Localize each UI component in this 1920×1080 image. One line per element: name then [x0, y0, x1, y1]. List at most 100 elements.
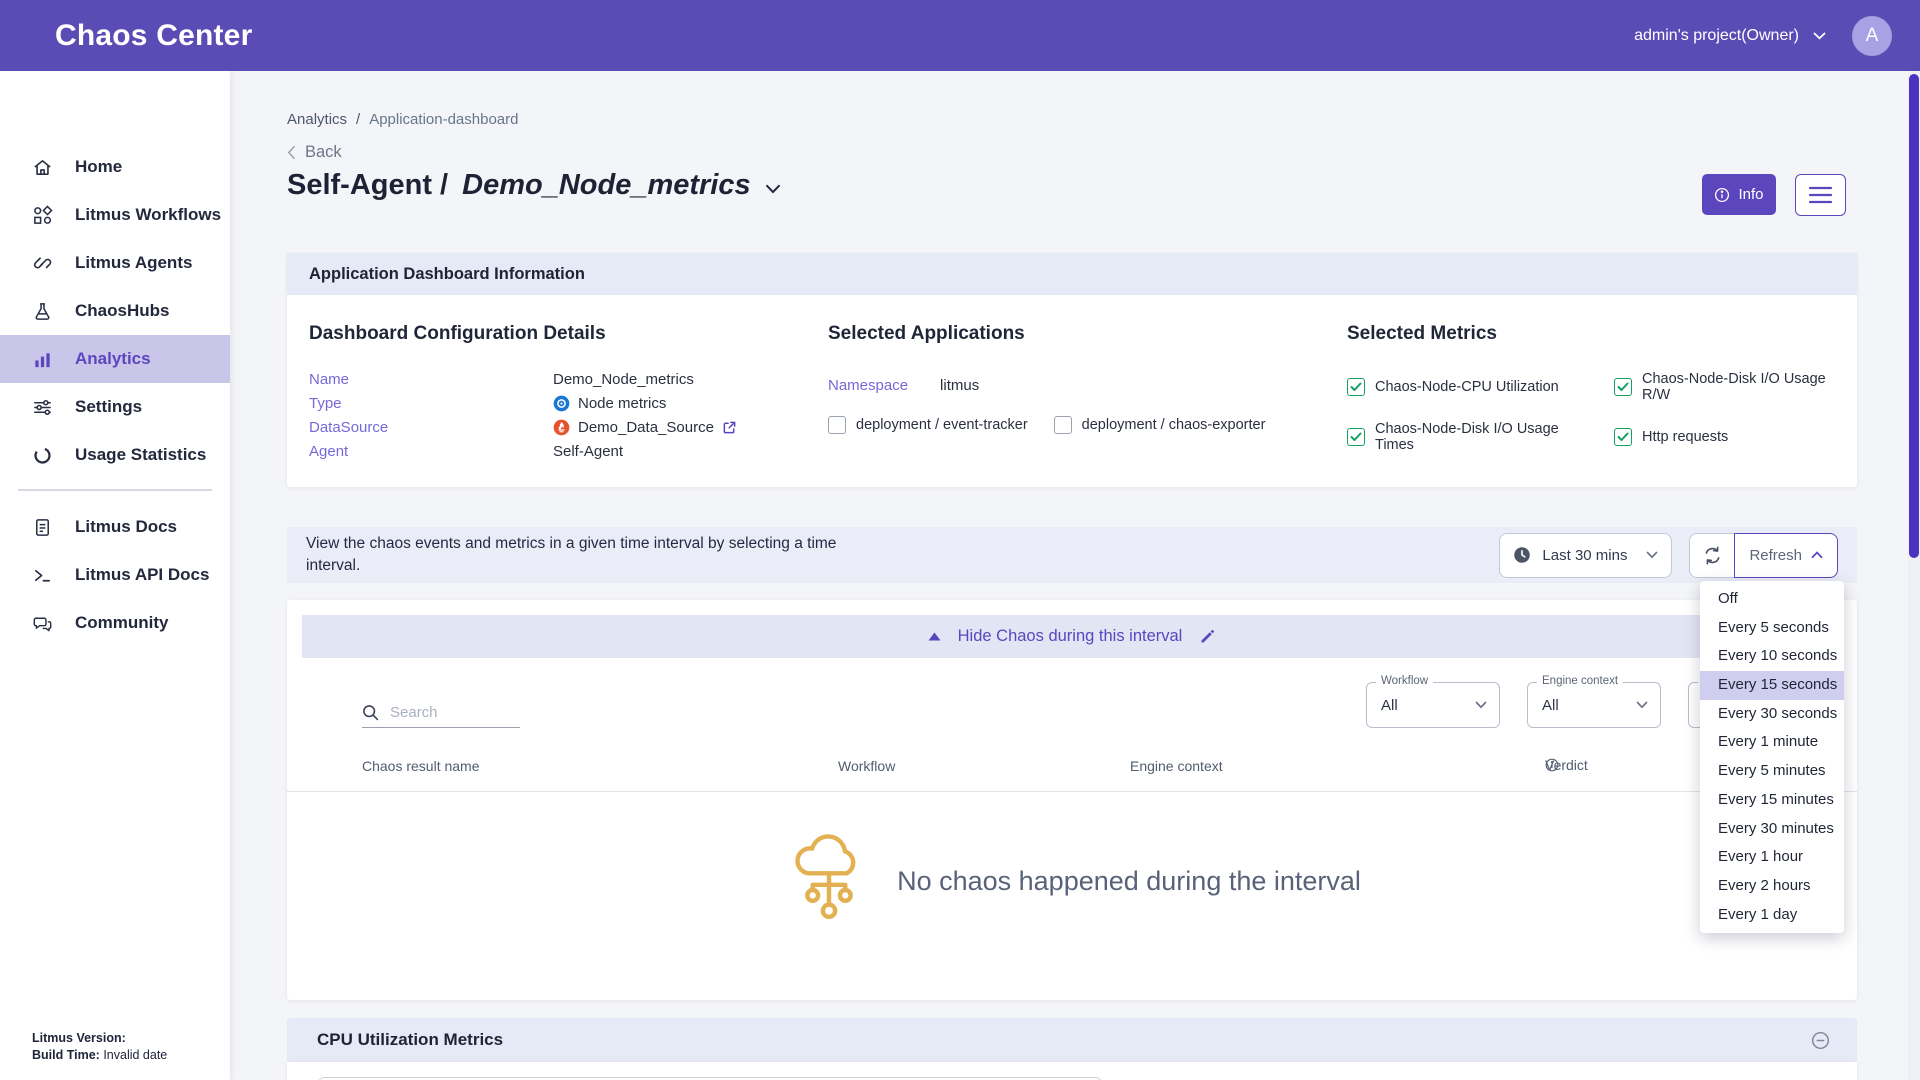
- menu-item-every-30-minutes[interactable]: Every 30 minutes: [1700, 815, 1844, 844]
- config-details-title: Dashboard Configuration Details: [309, 323, 814, 345]
- collapse-triangle-icon: [928, 632, 941, 641]
- sidebar-item-analytics[interactable]: Analytics: [0, 335, 230, 383]
- cpu-metrics-title: CPU Utilization Metrics: [317, 1030, 503, 1050]
- empty-state-message: No chaos happened during the interval: [897, 866, 1361, 897]
- menu-item-every-5-minutes[interactable]: Every 5 minutes: [1700, 757, 1844, 786]
- back-button[interactable]: Back: [287, 143, 342, 162]
- table-header-row: Chaos result name Workflow Engine contex…: [287, 758, 1857, 778]
- analytics-icon: [32, 349, 53, 370]
- menu-item-every-1-minute[interactable]: Every 1 minute: [1700, 728, 1844, 757]
- time-interval-bar: View the chaos events and metrics in a g…: [287, 527, 1857, 583]
- refresh-interval-dropdown[interactable]: Refresh: [1734, 533, 1838, 578]
- checkbox-unchecked[interactable]: [1054, 416, 1072, 434]
- sidebar-item-label: Settings: [75, 397, 142, 417]
- sidebar-item-home[interactable]: Home: [0, 143, 230, 191]
- workflow-filter-value: All: [1381, 697, 1398, 714]
- checkbox-checked[interactable]: [1347, 428, 1365, 446]
- sidebar-item-settings[interactable]: Settings: [0, 383, 230, 431]
- metric-label: Chaos-Node-Disk I/O Usage R/W: [1642, 371, 1847, 403]
- metric-checkbox-disk-io-times[interactable]: Chaos-Node-Disk I/O Usage Times: [1347, 421, 1600, 453]
- refresh-label: Refresh: [1749, 547, 1802, 564]
- menu-item-every-5-seconds[interactable]: Every 5 seconds: [1700, 614, 1844, 643]
- project-selector[interactable]: admin's project(Owner): [1634, 27, 1826, 45]
- chevron-down-icon: [1475, 701, 1487, 709]
- node-metrics-icon: [553, 395, 570, 412]
- namespace-value: litmus: [940, 377, 979, 394]
- avatar[interactable]: A: [1852, 16, 1892, 56]
- datasource-label: DataSource: [309, 419, 553, 436]
- search-input[interactable]: [390, 704, 508, 721]
- dashboard-info-title: Application Dashboard Information: [309, 265, 585, 284]
- build-time-label: Build Time:: [32, 1048, 100, 1062]
- selected-metrics-title: Selected Metrics: [1347, 323, 1847, 345]
- sidebar-item-label: ChaosHubs: [75, 301, 169, 321]
- menu-item-off[interactable]: Off: [1700, 585, 1844, 614]
- back-label: Back: [305, 143, 342, 162]
- menu-item-every-15-seconds[interactable]: Every 15 seconds: [1700, 671, 1844, 700]
- workflow-filter-label: Workflow: [1376, 675, 1433, 687]
- chevron-down-icon: [1813, 32, 1826, 40]
- column-workflow: Workflow: [838, 758, 895, 774]
- dashboard-menu-button[interactable]: [1795, 174, 1846, 216]
- chevron-up-icon: [1811, 551, 1823, 559]
- metric-checkbox-disk-io-rw[interactable]: Chaos-Node-Disk I/O Usage R/W: [1614, 371, 1847, 403]
- menu-item-every-1-hour[interactable]: Every 1 hour: [1700, 843, 1844, 872]
- engine-context-filter-select[interactable]: Engine context All: [1527, 682, 1661, 728]
- metric-label: Chaos-Node-CPU Utilization: [1375, 379, 1559, 395]
- checkbox-checked[interactable]: [1347, 378, 1365, 396]
- flask-icon: [32, 301, 53, 322]
- sidebar-divider: [18, 489, 212, 491]
- application-checkbox-event-tracker[interactable]: deployment / event-tracker: [828, 416, 1028, 434]
- search-icon: [362, 704, 379, 721]
- edit-pencil-icon[interactable]: [1199, 628, 1216, 645]
- page-title-dashboard: Demo_Node_metrics: [462, 169, 751, 202]
- info-button[interactable]: Info: [1702, 174, 1776, 215]
- table-controls: Workflow All Engine context All Verdict …: [287, 678, 1857, 728]
- config-row-agent: Agent Self-Agent: [309, 443, 814, 460]
- sidebar-item-usage-statistics[interactable]: Usage Statistics: [0, 431, 230, 479]
- menu-item-every-1-day[interactable]: Every 1 day: [1700, 901, 1844, 930]
- checkbox-checked[interactable]: [1614, 378, 1632, 396]
- checkbox-checked[interactable]: [1614, 428, 1632, 446]
- time-range-select[interactable]: Last 30 mins: [1499, 533, 1672, 578]
- refresh-control: Refresh: [1689, 533, 1838, 578]
- sidebar-item-label: Usage Statistics: [75, 445, 206, 465]
- info-button-label: Info: [1738, 186, 1763, 203]
- checkbox-unchecked[interactable]: [828, 416, 846, 434]
- page-scrollbar-track[interactable]: [1908, 71, 1920, 1080]
- workflow-filter-select[interactable]: Workflow All: [1366, 682, 1500, 728]
- sidebar-item-chaoshubs[interactable]: ChaosHubs: [0, 287, 230, 335]
- info-icon: [1714, 187, 1730, 203]
- title-chevron-down-icon[interactable]: [765, 184, 781, 194]
- metric-checkbox-http-requests[interactable]: Http requests: [1614, 421, 1847, 453]
- application-checkbox-chaos-exporter[interactable]: deployment / chaos-exporter: [1054, 416, 1266, 434]
- page-title: Self-Agent / Demo_Node_metrics: [287, 169, 781, 202]
- metric-checkbox-cpu-utilization[interactable]: Chaos-Node-CPU Utilization: [1347, 371, 1600, 403]
- page-scrollbar-thumb[interactable]: [1909, 74, 1919, 558]
- menu-item-every-10-seconds[interactable]: Every 10 seconds: [1700, 642, 1844, 671]
- top-bar: Chaos Center admin's project(Owner) A: [0, 0, 1920, 71]
- sidebar-item-community[interactable]: Community: [0, 599, 230, 647]
- sidebar-item-litmus-api-docs[interactable]: Litmus API Docs: [0, 551, 230, 599]
- sidebar-item-litmus-workflows[interactable]: Litmus Workflows: [0, 191, 230, 239]
- selected-applications-section: Selected Applications Namespace litmus d…: [828, 323, 1333, 434]
- column-verdict: Verdict: [1545, 758, 1559, 772]
- sidebar-item-label: Litmus Workflows: [75, 205, 221, 225]
- collapse-section-button[interactable]: [1811, 1031, 1830, 1050]
- engine-context-filter-value: All: [1542, 697, 1559, 714]
- cloud-network-icon: [783, 830, 875, 932]
- name-label: Name: [309, 371, 553, 388]
- breadcrumb-analytics[interactable]: Analytics: [287, 111, 347, 128]
- breadcrumb-separator: /: [356, 111, 360, 128]
- hide-chaos-toggle[interactable]: Hide Chaos during this interval: [302, 615, 1842, 658]
- refresh-now-button[interactable]: [1689, 533, 1735, 578]
- workflows-icon: [32, 205, 53, 226]
- menu-item-every-15-minutes[interactable]: Every 15 minutes: [1700, 786, 1844, 815]
- refresh-interval-menu: Off Every 5 seconds Every 10 seconds Eve…: [1700, 581, 1844, 933]
- sidebar-item-litmus-agents[interactable]: Litmus Agents: [0, 239, 230, 287]
- external-link-icon[interactable]: [722, 420, 737, 435]
- breadcrumb: Analytics / Application-dashboard: [287, 111, 518, 128]
- sidebar-item-litmus-docs[interactable]: Litmus Docs: [0, 503, 230, 551]
- menu-item-every-2-hours[interactable]: Every 2 hours: [1700, 872, 1844, 901]
- menu-item-every-30-seconds[interactable]: Every 30 seconds: [1700, 700, 1844, 729]
